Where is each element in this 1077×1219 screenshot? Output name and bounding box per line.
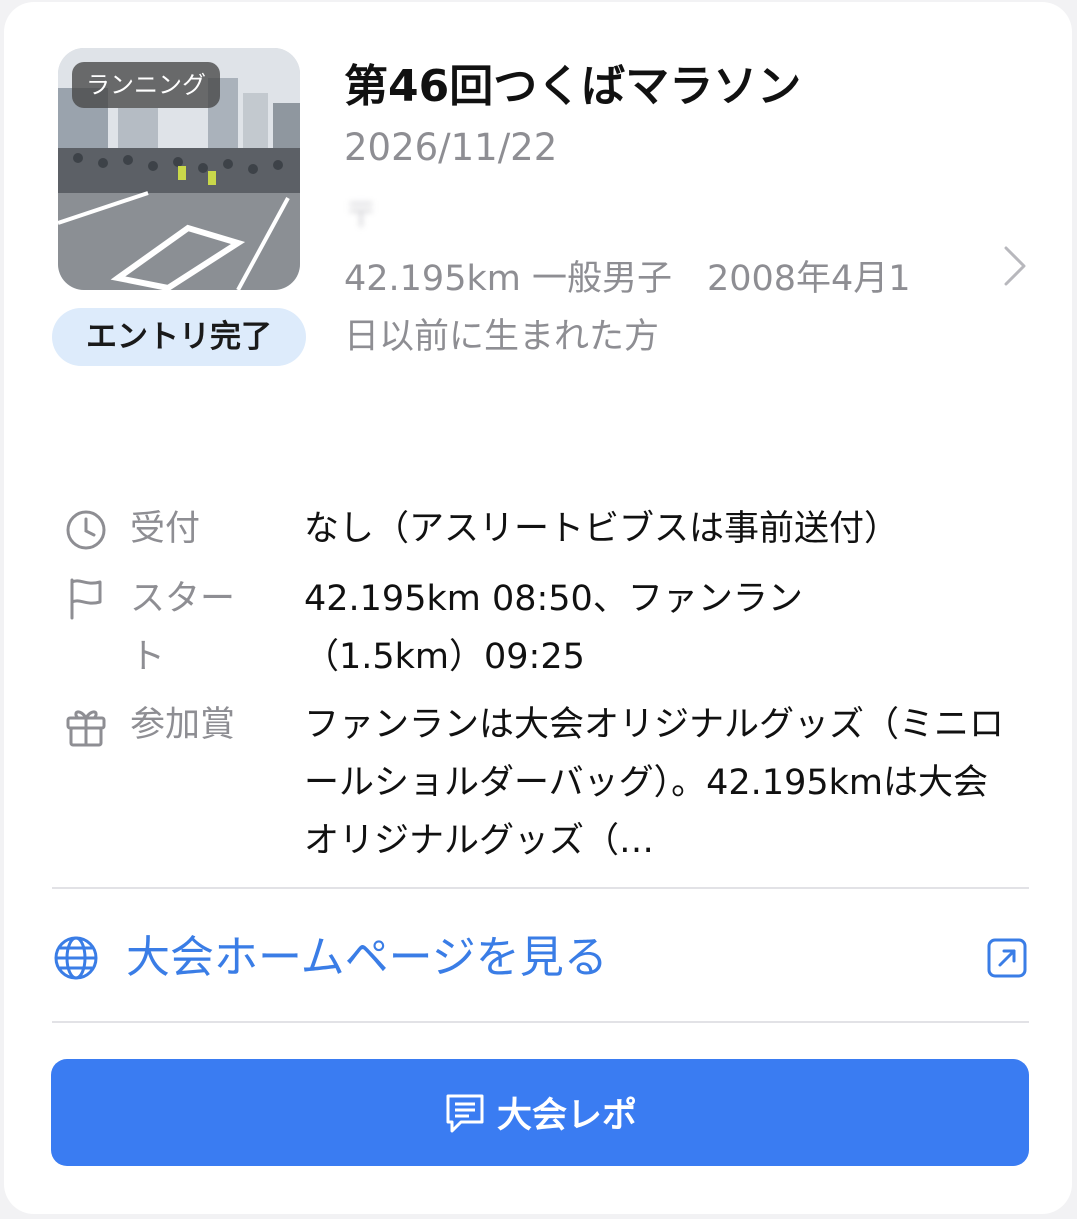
- reception-label: 受付: [130, 509, 201, 549]
- reception-value: なし（アスリートビブスは事前送付）: [304, 509, 900, 549]
- gift-icon: [66, 710, 106, 747]
- external-link-icon: [987, 938, 1027, 978]
- homepage-link[interactable]: 大会ホームページを見る: [52, 910, 1029, 1006]
- category-badge: ランニング: [72, 62, 220, 108]
- report-button-label: 大会レポ: [496, 1096, 637, 1136]
- start-label: スタート: [130, 579, 236, 677]
- entry-status-badge: エントリ完了: [52, 308, 306, 366]
- event-title: 第46回つくばマラソン: [344, 61, 802, 112]
- report-button[interactable]: 大会レポ: [51, 1059, 1029, 1166]
- entry-category: 42.195km 一般男子 2008年4月1日以前に生まれた方: [344, 259, 911, 357]
- chevron-right-icon[interactable]: [1000, 244, 1030, 288]
- globe-icon: [54, 936, 98, 980]
- homepage-label: 大会ホームページを見る: [126, 932, 608, 983]
- divider: [52, 1021, 1029, 1023]
- clock-icon: [66, 510, 106, 550]
- message-icon: [446, 1094, 484, 1132]
- prize-label: 参加賞: [130, 705, 236, 745]
- prize-value: ファンランは大会オリジナルグッズ（ミニロールショルダーバッグ）。42.195km…: [304, 705, 1005, 861]
- flag-icon: [70, 578, 102, 620]
- blurred-address: 〒: [344, 196, 378, 236]
- event-date: 2026/11/22: [344, 126, 558, 169]
- divider: [52, 887, 1029, 889]
- start-value: 42.195km 08:50、ファンラン（1.5km）09:25: [304, 579, 803, 677]
